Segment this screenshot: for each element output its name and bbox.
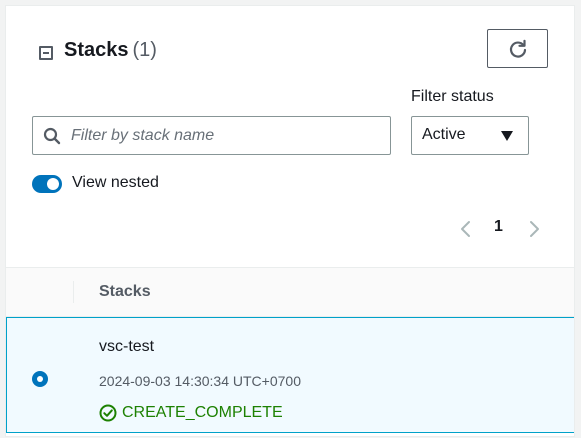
title-text: Stacks xyxy=(64,39,129,61)
status-badge: CREATE_COMPLETE xyxy=(99,404,283,422)
stack-count: (1) xyxy=(132,39,157,61)
refresh-button[interactable] xyxy=(487,29,548,68)
table-header: Stacks xyxy=(6,267,574,317)
refresh-icon xyxy=(509,39,526,58)
toggle-knob xyxy=(47,178,59,190)
panel-title: Stacks (1) xyxy=(64,39,157,62)
stack-name[interactable]: vsc-test xyxy=(99,338,154,356)
table-row[interactable]: vsc-test 2024-09-03 14:30:34 UTC+0700 CR… xyxy=(6,317,574,433)
search-input[interactable] xyxy=(71,117,381,154)
page-number[interactable]: 1 xyxy=(494,218,503,236)
column-divider xyxy=(73,281,74,303)
column-header-stacks[interactable]: Stacks xyxy=(99,283,151,301)
chevron-left-icon[interactable] xyxy=(458,219,474,239)
stacks-panel: Stacks(1) Filter status Active View nest… xyxy=(5,5,575,437)
search-field[interactable] xyxy=(32,116,391,155)
view-nested-toggle[interactable] xyxy=(32,175,62,193)
chevron-right-icon[interactable] xyxy=(526,219,542,239)
caret-down-icon xyxy=(501,131,513,141)
stack-timestamp: 2024-09-03 14:30:34 UTC+0700 xyxy=(99,373,301,389)
filter-status-value: Active xyxy=(422,126,466,143)
filter-status-select[interactable]: Active xyxy=(411,116,529,155)
collapse-icon[interactable] xyxy=(39,46,53,60)
check-circle-icon xyxy=(99,404,117,422)
filter-status-label: Filter status xyxy=(411,88,494,105)
row-radio[interactable] xyxy=(32,371,48,387)
search-icon xyxy=(43,127,61,145)
status-text: CREATE_COMPLETE xyxy=(122,404,283,421)
view-nested-label: View nested xyxy=(72,174,159,191)
